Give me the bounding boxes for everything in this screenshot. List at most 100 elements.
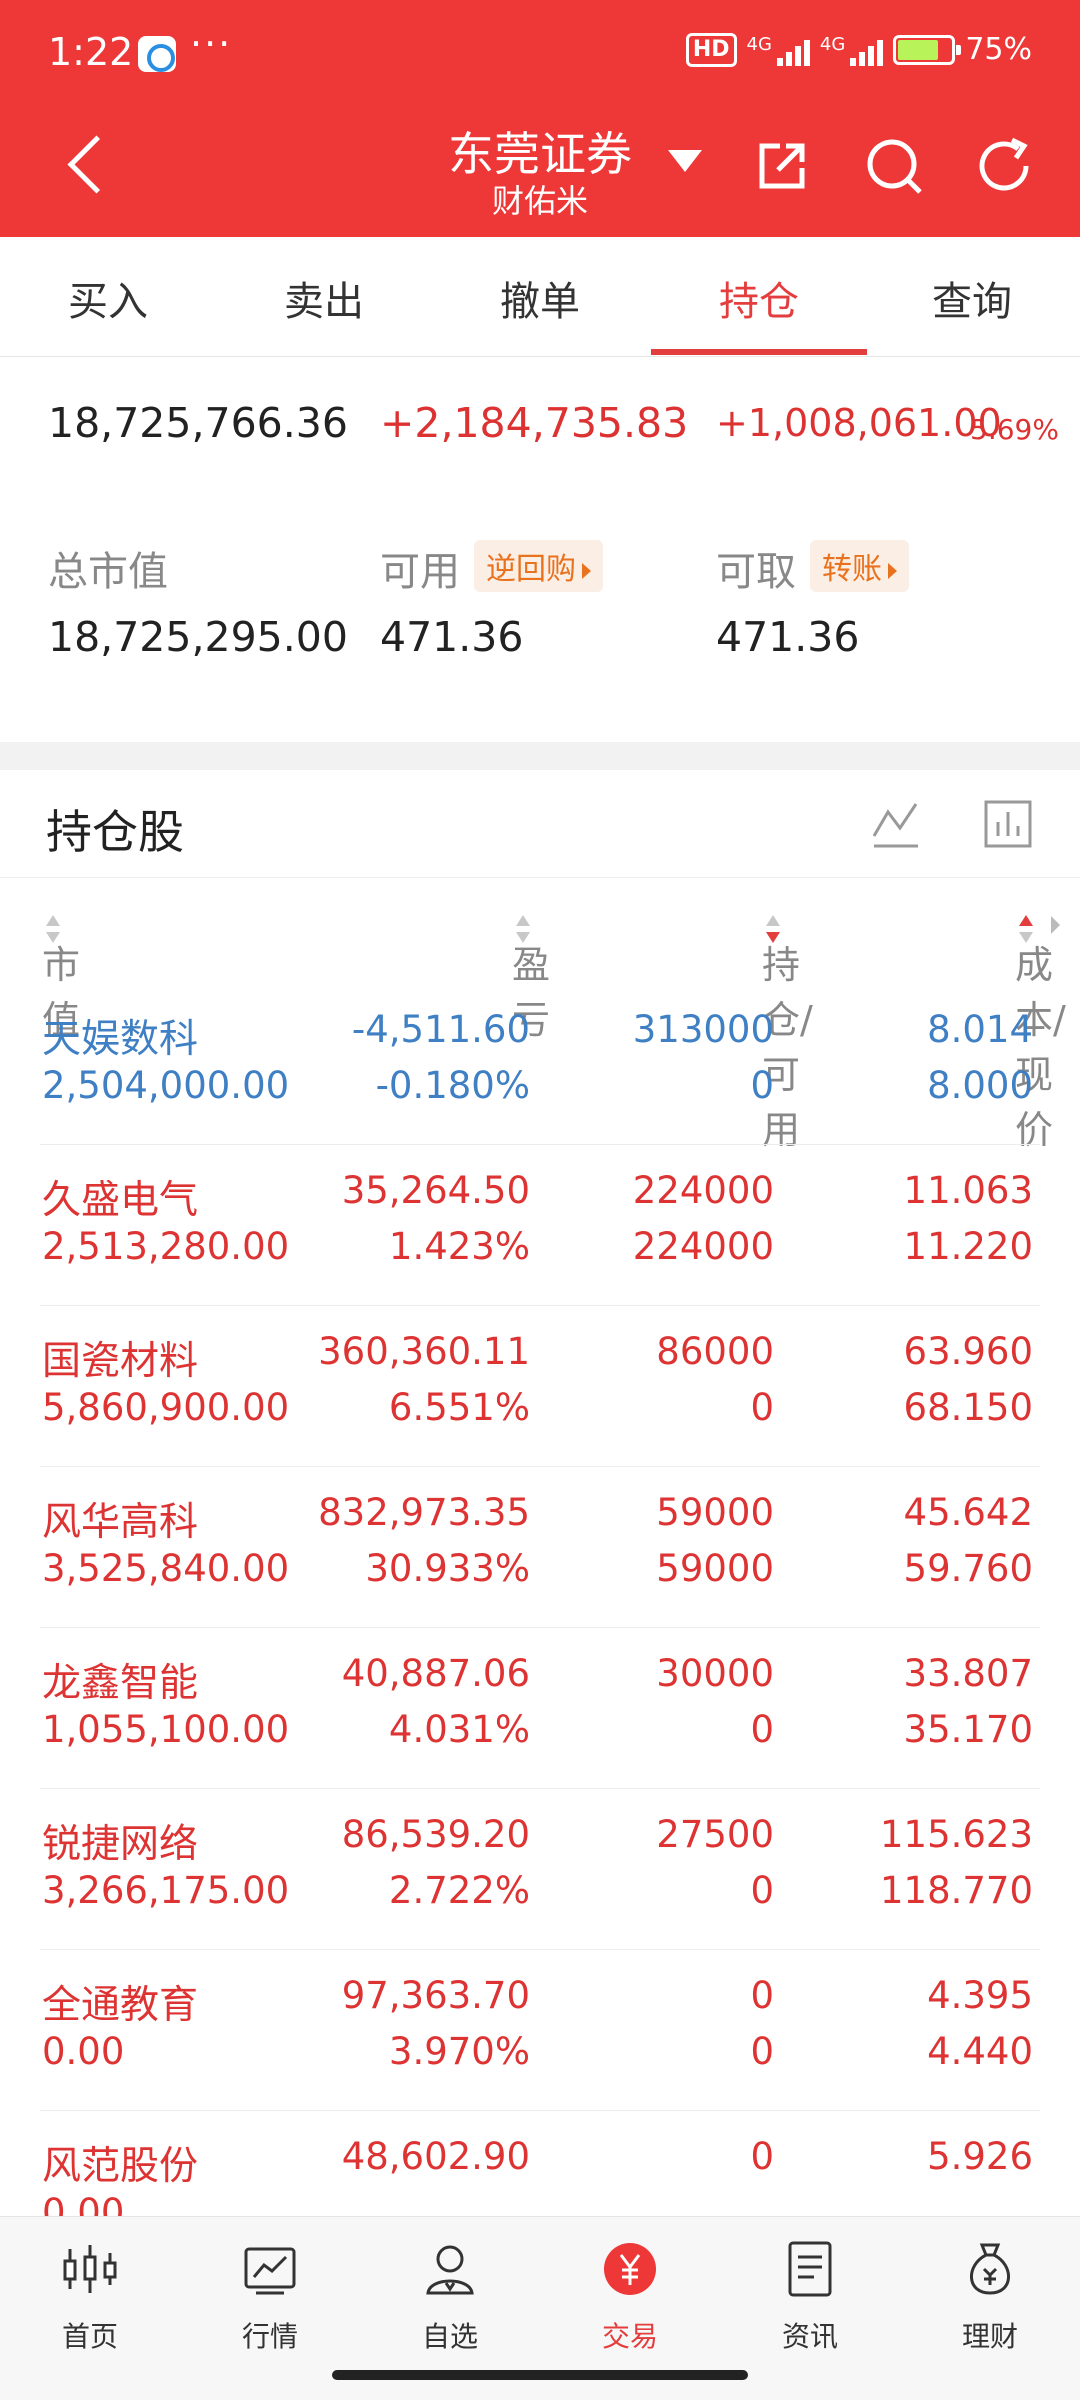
account-summary: 18,725,766.36 +2,184,735.83 +1,008,061.0… [0, 357, 1080, 742]
float-pl-value: +2,184,735.83 [380, 399, 689, 447]
stock-price: 11.220 [903, 1225, 1033, 1268]
stock-position: 59000 [656, 1491, 774, 1534]
status-time: 1:22 [48, 30, 134, 74]
app-notification-icon [138, 36, 176, 72]
stock-price: 4.440 [927, 2030, 1033, 2073]
withdrawable-value: 471.36 [716, 613, 860, 661]
available-label-group: 可用 逆回购 [380, 539, 603, 597]
stock-cost: 5.926 [927, 2135, 1033, 2178]
table-row[interactable]: 风范股份 0.00 48,602.90 0 5.926 [0, 2111, 1080, 2216]
user-icon [426, 2245, 474, 2295]
nav-market[interactable]: 行情 [180, 2239, 360, 2355]
refresh-icon[interactable] [972, 134, 1036, 198]
stock-name: 久盛电气 [42, 1178, 199, 1223]
stock-pl-percent: 30.933% [365, 1547, 530, 1590]
table-row[interactable]: 天娱数科 2,504,000.00 -4,511.60 -0.180% 3130… [0, 984, 1080, 1145]
column-position[interactable]: 持仓/可用 [762, 906, 813, 1152]
stock-price: 35.170 [903, 1708, 1033, 1751]
stock-pl: 97,363.70 [341, 1974, 530, 2017]
nav-bar: 东莞证券 财佑米 [0, 108, 1080, 237]
stock-pl-percent: 4.031% [388, 1708, 530, 1751]
tab-buy[interactable]: 买入 [0, 269, 216, 327]
stock-pl-percent: 6.551% [388, 1386, 530, 1429]
stock-available: 224000 [632, 1225, 774, 1268]
tab-cancel[interactable]: 撤单 [432, 269, 648, 327]
tab-sell[interactable]: 卖出 [216, 269, 432, 327]
column-pl[interactable]: 盈亏 [512, 906, 550, 1042]
nav-market-label: 行情 [241, 2320, 298, 2353]
stock-name: 龙鑫智能 [42, 1661, 199, 1706]
stock-name: 全通教育 [42, 1983, 199, 2028]
home-indicator[interactable] [332, 2370, 748, 2380]
sort-icon [516, 915, 530, 943]
stock-pl: 86,539.20 [341, 1813, 530, 1856]
hd-icon: HD [685, 32, 737, 67]
stock-pl: 35,264.50 [341, 1169, 530, 1212]
stock-position: 0 [750, 1974, 774, 2017]
stock-available: 0 [750, 1869, 774, 1912]
available-value: 471.36 [380, 613, 524, 661]
nav-trade[interactable]: 交易 [540, 2239, 720, 2355]
network-type-label: 4G [746, 33, 772, 55]
transfer-button[interactable]: 转账 [810, 540, 909, 592]
stock-position: 86000 [656, 1330, 774, 1373]
sort-asc-icon [1019, 915, 1033, 943]
tab-query[interactable]: 查询 [864, 269, 1080, 327]
stock-cost: 63.960 [903, 1330, 1033, 1373]
tab-holdings[interactable]: 持仓 [651, 269, 867, 327]
search-icon[interactable] [862, 134, 926, 198]
table-row[interactable]: 风华高科 3,525,840.00 832,973.35 30.933% 590… [0, 1467, 1080, 1628]
stock-pl-percent: -0.180% [375, 1064, 530, 1107]
table-row[interactable]: 久盛电气 2,513,280.00 35,264.50 1.423% 22400… [0, 1145, 1080, 1306]
table-row[interactable]: 国瓷材料 5,860,900.00 360,360.11 6.551% 8600… [0, 1306, 1080, 1467]
money-bag-icon [970, 2243, 1010, 2295]
stock-name: 风范股份 [42, 2144, 199, 2189]
stock-cost: 45.642 [903, 1491, 1033, 1534]
stock-position: 0 [750, 2135, 774, 2178]
stock-available: 0 [750, 1386, 774, 1429]
stock-available: 0 [750, 1708, 774, 1751]
account-dropdown-icon[interactable] [668, 150, 702, 172]
column-cost-price[interactable]: 成本/现价 [1015, 906, 1066, 1152]
stock-market-value: 3,525,840.00 [42, 1547, 290, 1590]
stock-market-value: 0.00 [42, 2191, 125, 2216]
stock-market-value: 1,055,100.00 [42, 1708, 290, 1751]
more-notifications-icon: ··· [190, 22, 233, 66]
nav-watchlist[interactable]: 自选 [360, 2239, 540, 2355]
table-row[interactable]: 全通教育 0.00 97,363.70 3.970% 0 0 4.395 4.4… [0, 1950, 1080, 2111]
holdings-title: 持仓股 [46, 805, 184, 859]
nav-trade-label: 交易 [601, 2320, 658, 2353]
table-row[interactable]: 锐捷网络 3,266,175.00 86,539.20 2.722% 27500… [0, 1789, 1080, 1950]
withdrawable-label-group: 可取 转账 [716, 539, 909, 597]
stock-cost: 115.623 [879, 1813, 1033, 1856]
nav-wealth[interactable]: 理财 [900, 2239, 1080, 2355]
scroll-right-icon[interactable] [1051, 916, 1060, 934]
stock-pl: 48,602.90 [341, 2135, 530, 2178]
signal-icon-2: 4G [819, 33, 884, 66]
sort-icon [46, 915, 60, 943]
stock-position: 313000 [632, 1008, 774, 1051]
reverse-repo-button[interactable]: 逆回购 [474, 540, 603, 592]
stock-market-value: 2,504,000.00 [42, 1064, 290, 1107]
holdings-section-header: 持仓股 [0, 770, 1080, 878]
stock-position: 30000 [656, 1652, 774, 1695]
stock-pl: 832,973.35 [318, 1491, 530, 1534]
pill-arrow-icon [582, 563, 591, 579]
nav-home[interactable]: 首页 [0, 2239, 180, 2355]
stock-pl-percent: 2.722% [388, 1869, 530, 1912]
line-chart-icon[interactable] [870, 798, 922, 850]
stock-available: 0 [750, 1064, 774, 1107]
bar-chart-icon[interactable] [982, 798, 1034, 850]
stock-price: 59.760 [903, 1547, 1033, 1590]
nav-news[interactable]: 资讯 [720, 2239, 900, 2355]
sort-desc-icon [766, 915, 780, 943]
table-row[interactable]: 龙鑫智能 1,055,100.00 40,887.06 4.031% 30000… [0, 1628, 1080, 1789]
stock-market-value: 0.00 [42, 2030, 125, 2073]
column-market-value[interactable]: 市值 [42, 906, 80, 1042]
share-icon[interactable] [750, 134, 814, 198]
network-type-label: 4G [819, 33, 846, 55]
nav-watchlist-label: 自选 [421, 2320, 478, 2353]
stock-market-value: 3,266,175.00 [42, 1869, 290, 1912]
stock-name: 锐捷网络 [42, 1822, 199, 1867]
stock-pl-percent: 3.970% [388, 2030, 530, 2073]
